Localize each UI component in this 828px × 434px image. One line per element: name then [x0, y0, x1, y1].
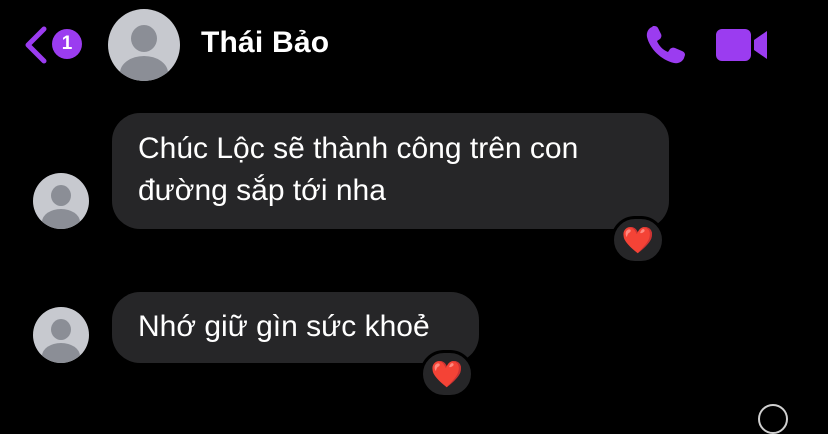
heart-reaction-icon[interactable]: ❤️	[611, 216, 665, 264]
avatar-body-shape	[120, 56, 168, 81]
unread-count-badge: 1	[52, 29, 82, 59]
contact-name[interactable]: Thái Bảo	[201, 26, 329, 60]
sender-avatar[interactable]	[33, 173, 89, 229]
call-button[interactable]	[644, 24, 688, 66]
video-camera-icon	[716, 29, 767, 61]
avatar-head-shape	[51, 319, 71, 340]
sender-avatar[interactable]	[33, 307, 89, 363]
message-text-line: Nhớ giữ gìn sức khoẻ	[138, 310, 430, 343]
heart-reaction-icon[interactable]: ❤️	[420, 350, 474, 398]
message-bubble[interactable]: Chúc Lộc sẽ thành công trên con đường sắ…	[112, 113, 669, 229]
avatar-body-shape	[42, 209, 80, 229]
avatar-head-shape	[131, 25, 157, 52]
avatar-head-shape	[51, 185, 71, 206]
message-text-line: đường sắp tới nha	[138, 174, 386, 207]
scroll-indicator-icon	[758, 404, 788, 434]
chevron-left-icon	[25, 26, 47, 64]
contact-avatar[interactable]	[108, 9, 180, 81]
message-text-line: Chúc Lộc sẽ thành công trên con	[138, 132, 579, 165]
phone-icon	[646, 26, 685, 64]
back-button[interactable]: 1	[22, 24, 92, 66]
chat-header: 1 Thái Bảo	[0, 0, 828, 90]
video-call-button[interactable]	[715, 25, 769, 65]
message-bubble[interactable]: Nhớ giữ gìn sức khoẻ	[112, 292, 479, 363]
avatar-body-shape	[42, 343, 80, 363]
